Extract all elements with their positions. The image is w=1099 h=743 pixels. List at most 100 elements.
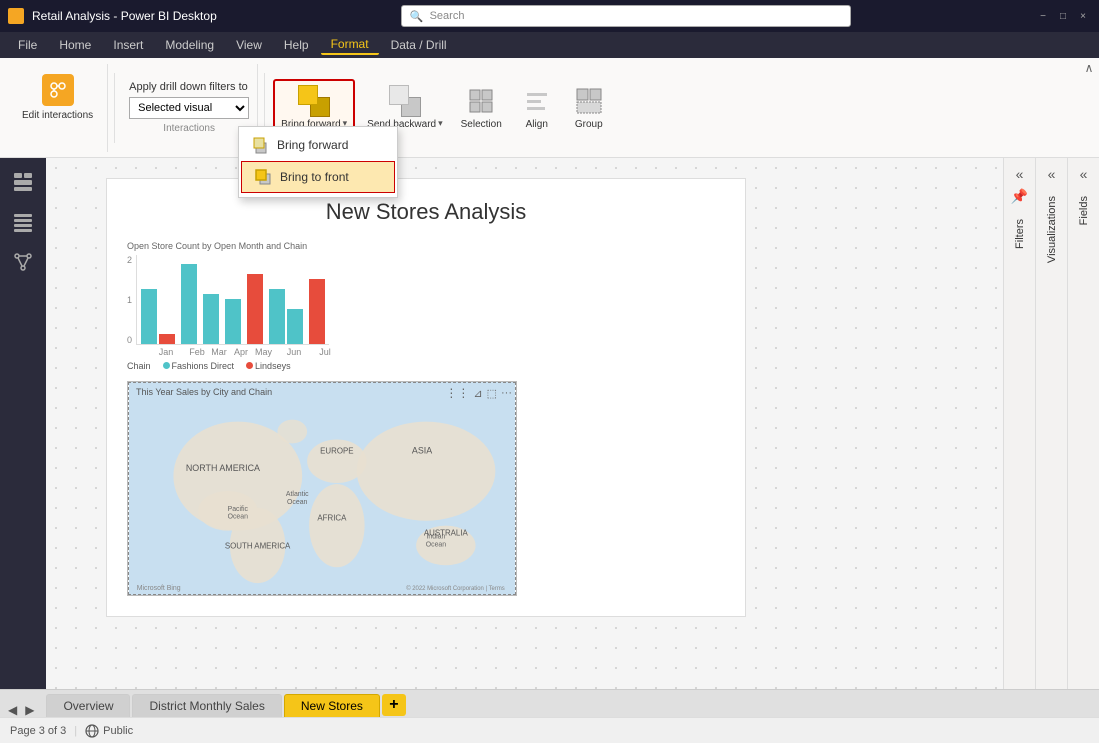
report-view-icon[interactable] (7, 166, 39, 198)
map-label-atlantic: Atlantic (286, 491, 309, 498)
bar-chart-bars (136, 255, 329, 345)
menu-format[interactable]: Format (321, 35, 379, 55)
title-search-box[interactable]: 🔍 Search (401, 5, 851, 27)
world-map: NORTH AMERICA Pacific Ocean Atlantic Oce… (128, 382, 516, 595)
map-more-icon[interactable]: ··· (501, 387, 512, 399)
lindseys-dot (246, 362, 253, 369)
x-label-may: May (255, 347, 271, 357)
x-label-jul: Jul (317, 347, 333, 357)
menu-file[interactable]: File (8, 36, 47, 54)
filters-pin-icon[interactable]: 📌 (1011, 188, 1028, 205)
fields-collapse-icon[interactable]: « (1080, 166, 1088, 182)
selection-label: Selection (461, 119, 502, 130)
map-drag-icon[interactable]: ⋮⋮ (445, 386, 469, 400)
bar-group-jul (309, 279, 325, 344)
search-icon: 🔍 (410, 10, 424, 23)
visualizations-label[interactable]: Visualizations (1046, 196, 1058, 263)
x-label-mar: Mar (211, 347, 227, 357)
tab-bar: ◀ ▶ Overview District Monthly Sales New … (0, 689, 1099, 717)
selection-icon (465, 85, 497, 117)
bar-chart-label: Open Store Count by Open Month and Chain (127, 241, 725, 251)
filters-label[interactable]: Filters (1014, 219, 1026, 249)
bar-group-apr (225, 299, 241, 344)
restore-button[interactable]: □ (1055, 8, 1071, 24)
close-button[interactable]: × (1075, 8, 1091, 24)
bar-chart-section: Open Store Count by Open Month and Chain… (127, 241, 725, 371)
tab-new-stores[interactable]: New Stores (284, 694, 380, 717)
chart-legend: Chain Fashions Direct Lindseys (127, 361, 725, 371)
search-placeholder: Search (430, 10, 465, 22)
minimize-button[interactable]: − (1035, 8, 1051, 24)
map-label-pacific2: Ocean (228, 514, 249, 521)
bar-jan-red (159, 334, 175, 344)
group-label: Group (575, 119, 603, 130)
bar-jul-red (309, 279, 325, 344)
bring-to-front-option[interactable]: Bring to front (241, 161, 395, 193)
selection-button[interactable]: Selection (453, 81, 510, 134)
copyright-text: © 2022 Microsoft Corporation | Terms (406, 585, 505, 592)
edit-interactions-label: Edit interactions (22, 110, 93, 121)
menu-modeling[interactable]: Modeling (155, 36, 224, 54)
canvas-area: New Stores Analysis Open Store Count by … (46, 158, 1003, 689)
map-label-indian2: Ocean (426, 541, 447, 548)
map-resize-icon[interactable]: ⬚ (487, 387, 497, 400)
menu-view[interactable]: View (226, 36, 272, 54)
menu-insert[interactable]: Insert (103, 36, 153, 54)
fields-panel: « Fields (1067, 158, 1099, 689)
bring-forward-option-icon (251, 136, 269, 154)
bar-group-mar (203, 294, 219, 344)
model-view-icon[interactable] (7, 246, 39, 278)
map-toolbar: ⋮⋮ ⊿ ⬚ ··· (445, 386, 512, 400)
map-label-australia: AUSTRALIA (424, 529, 469, 538)
fashions-dot (163, 362, 170, 369)
send-backward-dropdown-arrow[interactable]: ▾ (438, 118, 443, 129)
selected-visual-select[interactable]: Selected visual (129, 97, 249, 119)
bring-forward-dropdown-menu: Bring forward Bring to front (238, 126, 398, 198)
bar-may-red (247, 274, 263, 344)
send-backward-front (389, 85, 409, 105)
align-button[interactable]: Align (512, 81, 562, 134)
ribbon: Edit interactions Apply drill down filte… (0, 58, 1099, 158)
align-label: Align (526, 119, 548, 130)
app-title: Retail Analysis - Power BI Desktop (32, 9, 217, 23)
bring-forward-option[interactable]: Bring forward (239, 130, 397, 160)
visibility-status: Public (103, 725, 133, 737)
bing-watermark: Microsoft Bing (137, 585, 181, 592)
map-label-south-america: SOUTH AMERICA (225, 541, 291, 550)
report-canvas-card: New Stores Analysis Open Store Count by … (106, 178, 746, 617)
menu-home[interactable]: Home (49, 36, 101, 54)
title-bar: Retail Analysis - Power BI Desktop 🔍 Sea… (0, 0, 1099, 32)
viz-collapse-icon[interactable]: « (1048, 166, 1056, 182)
bring-to-front-option-icon (254, 168, 272, 186)
x-label-jun: Jun (277, 347, 311, 357)
y-max: 2 (127, 255, 132, 265)
map-container: ⋮⋮ ⊿ ⬚ ··· This Year Sales by City and C… (127, 381, 517, 596)
map-filter-icon[interactable]: ⊿ (473, 387, 482, 400)
data-view-icon[interactable] (7, 206, 39, 238)
status-bar: Page 3 of 3 | Public (0, 717, 1099, 743)
tab-next-button[interactable]: ▶ (21, 703, 38, 717)
map-label-africa: AFRICA (317, 514, 347, 523)
tab-district-monthly[interactable]: District Monthly Sales (132, 694, 281, 717)
tab-add-button[interactable]: + (382, 694, 406, 716)
bar-jun-teal (269, 289, 285, 344)
fields-label[interactable]: Fields (1078, 196, 1090, 225)
bar-group-may (247, 274, 263, 344)
group-button[interactable]: Group (564, 81, 614, 134)
align-icon (521, 85, 553, 117)
map-label-north-america: NORTH AMERICA (186, 463, 260, 473)
edit-interactions-button[interactable]: Edit interactions (18, 70, 97, 125)
edit-interactions-icon (42, 74, 74, 106)
ribbon-collapse-button[interactable]: ∧ (1081, 60, 1097, 76)
left-sidebar (0, 158, 46, 689)
map-label-pacific: Pacific (228, 506, 249, 513)
app-icon (8, 8, 24, 24)
bring-forward-option-label: Bring forward (277, 138, 348, 152)
tab-overview[interactable]: Overview (46, 694, 130, 717)
filters-panel: « 📌 Filters (1003, 158, 1035, 689)
tab-prev-button[interactable]: ◀ (4, 703, 21, 717)
page-number: Page 3 of 3 (10, 725, 66, 737)
filters-collapse-icon[interactable]: « (1016, 166, 1024, 182)
menu-help[interactable]: Help (274, 36, 319, 54)
menu-data-drill[interactable]: Data / Drill (381, 36, 457, 54)
